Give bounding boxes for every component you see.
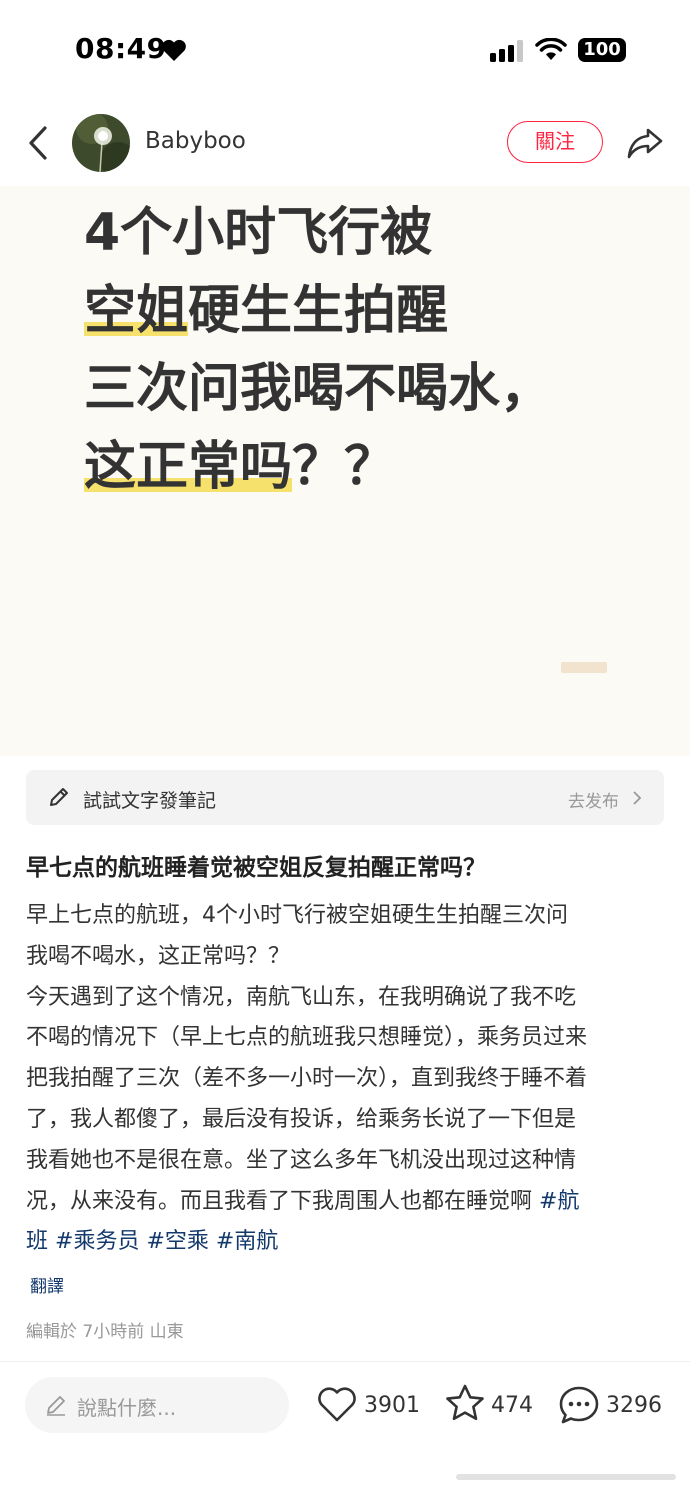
- body-line: 班 #乘务员 #空乘 #南航: [26, 1222, 666, 1263]
- note-prompt-bar[interactable]: 試試文字發筆記 去发布: [26, 770, 664, 825]
- cover-line-2-rest: 硬生生拍醒: [188, 281, 449, 341]
- pencil-icon: [50, 788, 68, 806]
- cover-decoration: [561, 662, 607, 673]
- cover-line-1: 4个小时飞行被: [84, 203, 433, 263]
- like-count: 3901: [364, 1393, 420, 1418]
- body-line: 早上七点的航班，4个小时飞行被空姐硬生生拍醒三次问: [26, 903, 568, 928]
- home-indicator: [456, 1474, 676, 1480]
- comment-count: 3296: [606, 1393, 662, 1418]
- publish-link[interactable]: 去发布: [568, 787, 619, 812]
- pencil-icon: [47, 1396, 65, 1416]
- battery-indicator: 100: [578, 38, 626, 62]
- wifi-icon: [535, 38, 567, 60]
- body-line: 把我拍醒了三次（差不多一小时一次），直到我终于睡不着: [26, 1066, 588, 1092]
- status-time: 08:49: [75, 32, 167, 65]
- heart-icon: [162, 39, 186, 61]
- note-prompt-label: 試試文字發筆記: [83, 790, 217, 812]
- hashtag-link[interactable]: #乘务员: [55, 1229, 139, 1254]
- comment-placeholder: 說點什麼...: [77, 1396, 177, 1420]
- hashtag-link[interactable]: #航: [539, 1189, 579, 1214]
- cover-highlight: 这正常吗: [84, 437, 293, 497]
- star-icon[interactable]: [444, 1383, 486, 1425]
- translate-button[interactable]: 翻譯: [30, 1272, 64, 1297]
- avatar[interactable]: [72, 114, 130, 172]
- cover-line-2: 空姐硬生生拍醒: [84, 268, 448, 343]
- post-meta: 編輯於 7小時前 山東: [26, 1322, 184, 1342]
- chevron-right-icon: [633, 791, 642, 805]
- share-icon[interactable]: [626, 126, 664, 160]
- body-line-text: 况，从来没有。而且我看了下我周围人也都在睡觉啊: [26, 1188, 533, 1214]
- hashtag-link[interactable]: 班: [26, 1229, 48, 1254]
- avatar-image: [72, 114, 130, 172]
- signal-icon: [490, 40, 523, 62]
- author-name[interactable]: Babyboo: [145, 128, 246, 154]
- follow-button[interactable]: 關注: [507, 121, 603, 163]
- comment-input[interactable]: 說點什麼...: [25, 1377, 289, 1433]
- cover-line-4-rest: ？？: [292, 437, 397, 497]
- cover-line-3: 三次问我喝不喝水，: [84, 359, 553, 419]
- body-line: 我喝不喝水，这正常吗？？: [26, 943, 291, 969]
- post-title: 早七点的航班睡着觉被空姐反复拍醒正常吗？: [26, 855, 486, 881]
- cover-highlight: 空姐: [84, 281, 189, 341]
- cover-line-4: 这正常吗？？: [84, 424, 396, 499]
- body-line: 况，从来没有。而且我看了下我周围人也都在睡觉啊 #航: [26, 1182, 666, 1223]
- body-line: 我看她也不是很在意。坐了这么多年飞机没出现过这种情: [26, 1147, 577, 1173]
- hashtag-link[interactable]: #空乘: [146, 1229, 208, 1254]
- divider: [0, 1361, 690, 1362]
- collect-count: 474: [491, 1393, 533, 1418]
- like-icon[interactable]: [316, 1384, 358, 1424]
- comment-icon[interactable]: [558, 1385, 600, 1425]
- body-line: 不喝的情况下（早上七点的航班我只想睡觉），乘务员过来: [26, 1025, 588, 1051]
- body-line: 了，我人都傻了，最后没有投诉，给乘务长说了一下但是: [26, 1106, 577, 1132]
- post-body: 早上七点的航班，4个小时飞行被空姐硬生生拍醒三次问 我喝不喝水，这正常吗？？ 今…: [26, 896, 666, 1263]
- back-icon[interactable]: [26, 124, 52, 162]
- cover-image[interactable]: 4个小时飞行被 空姐硬生生拍醒 三次问我喝不喝水， 这正常吗？？: [0, 186, 690, 756]
- body-line: 今天遇到了这个情况，南航飞山东，在我明确说了我不吃: [26, 984, 577, 1010]
- hashtag-link[interactable]: #南航: [216, 1229, 278, 1254]
